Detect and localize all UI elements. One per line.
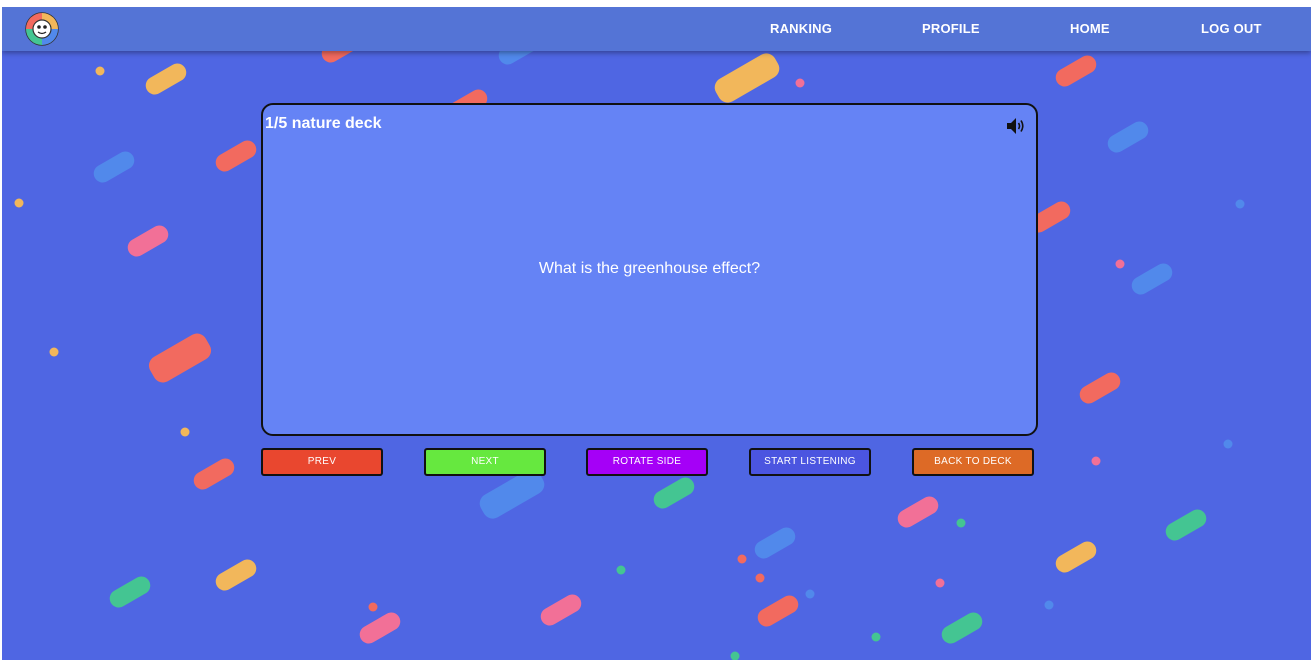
start-listening-button[interactable]: START LISTENING [749,448,871,476]
back-to-deck-button[interactable]: BACK TO DECK [912,448,1034,476]
next-button[interactable]: NEXT [424,448,546,476]
top-navbar: RANKING PROFILE HOME LOG OUT [2,7,1311,51]
speaker-icon[interactable] [1006,117,1026,135]
flashcard[interactable]: 1/5 nature deck What is the greenhouse e… [261,103,1038,436]
nav-home-link[interactable]: HOME [1070,7,1110,51]
nav-profile-link[interactable]: PROFILE [922,7,980,51]
app-frame: RANKING PROFILE HOME LOG OUT 1/5 nature … [2,7,1311,660]
prev-button[interactable]: PREV [261,448,383,476]
deck-progress-title: 1/5 nature deck [265,115,382,132]
nav-ranking-link[interactable]: RANKING [770,7,832,51]
flashcard-question: What is the greenhouse effect? [538,260,761,277]
quiz-mascot-logo-icon[interactable] [24,11,60,47]
rotate-side-button[interactable]: ROTATE SIDE [586,448,708,476]
nav-logout-link[interactable]: LOG OUT [1201,7,1262,51]
